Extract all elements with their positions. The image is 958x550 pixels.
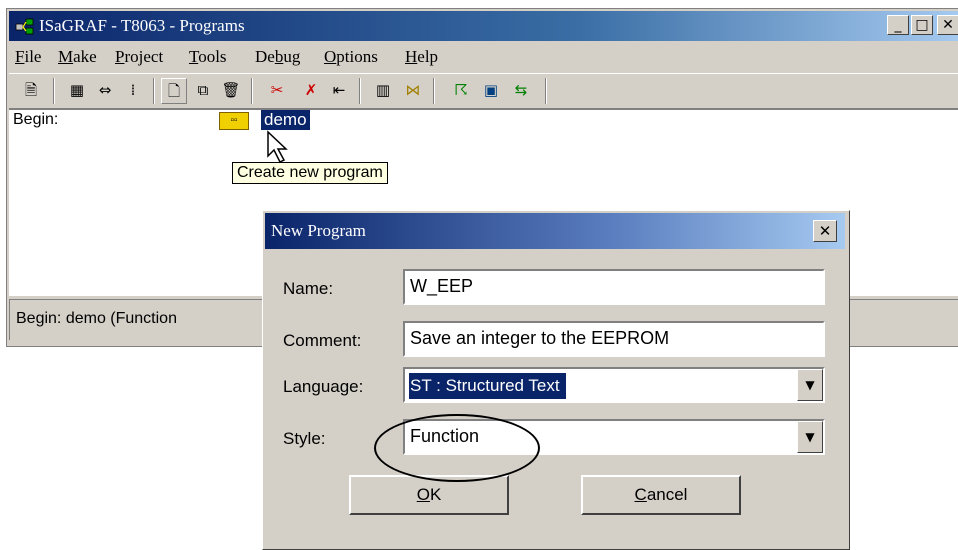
language-selected-value: ST : Structured Text [409,373,566,399]
title-bar[interactable]: ISaGRAF - T8063 - Programs _ □ ✕ [9,11,958,41]
chevron-down-icon: ▼ [805,378,815,392]
dictionary-icon[interactable]: ▦ [65,78,89,102]
program-type-icon: ▫▫ [219,112,249,130]
dialog-title-bar[interactable]: New Program ✕ [265,213,845,249]
simulate-icon[interactable]: ☈ [449,78,473,102]
library-icon[interactable]: ▥ [371,78,395,102]
menu-options[interactable]: Options [324,47,378,67]
menu-tools[interactable]: Tools [189,47,227,67]
isagraf-app-icon [15,18,34,35]
comment-label: Comment: [283,331,362,350]
chevron-down-icon: ▼ [805,430,815,444]
style-label: Style: [283,429,326,448]
name-label: Name: [283,279,334,298]
link-icon[interactable]: ⋈ [401,78,425,102]
style-dropdown-button[interactable]: ▼ [797,421,823,453]
toolbar-separator [545,78,547,104]
menu-bar: File Make Project Tools Debug Options He… [9,43,958,71]
new-program-icon[interactable]: 🗋 [161,78,187,104]
toolbar-separator [153,78,155,104]
minimize-icon: _ [894,17,902,33]
highlight-ellipse [374,414,540,482]
toolbar: 🗎 ▦ ⇔ ⁞ 🗋 ⧉ 🗑 ✂ ✗ ⇤ ▥ ⋈ ☈ ▣ ⇆ [9,73,958,109]
menu-debug[interactable]: Debug [255,47,300,67]
copy-program-icon[interactable]: ⧉ [191,78,215,102]
toolbar-separator [359,78,361,104]
cut-icon[interactable]: ✂ [265,78,289,102]
status-text: Begin: demo (Function [16,310,177,327]
close-button[interactable]: ✕ [937,15,958,35]
language-select[interactable]: ST : Structured Text ▼ [403,367,825,403]
properties-icon[interactable]: 🗎 [19,78,43,102]
close-icon: ✕ [818,222,832,240]
comment-field[interactable]: Save an integer to the EEPROM [403,321,825,357]
name-field[interactable]: W_EEP [403,269,825,305]
tooltip: Create new program [232,162,388,184]
dialog-title: New Program [271,221,366,240]
io-icon[interactable]: ⁞ [121,78,145,102]
program-item-demo[interactable]: demo [261,110,310,130]
minimize-button[interactable]: _ [887,15,909,35]
menu-make[interactable]: Make [58,47,97,67]
toolbar-separator [251,78,253,104]
monitor-icon[interactable]: ▣ [479,78,503,102]
menu-help[interactable]: Help [405,47,438,67]
maximize-icon: □ [915,17,929,33]
window-title: ISaGRAF - T8063 - Programs [39,16,245,35]
transfer-icon[interactable]: ⇆ [509,78,533,102]
new-program-dialog: New Program ✕ Name: W_EEP Comment: Save … [262,210,850,550]
menu-project[interactable]: Project [115,47,163,67]
section-label: Begin: [13,111,59,128]
toolbar-separator [53,78,55,104]
connect-icon[interactable]: ⇔ [93,78,117,102]
maximize-button[interactable]: □ [911,15,933,35]
toolbar-separator [433,78,435,104]
clear-icon[interactable]: ✗ [299,78,323,102]
close-icon: ✕ [942,17,954,33]
menu-file[interactable]: File [15,47,41,67]
ok-button[interactable]: OK [349,475,509,515]
language-dropdown-button[interactable]: ▼ [797,369,823,401]
language-label: Language: [283,377,364,396]
move-icon[interactable]: ⇤ [327,78,351,102]
dialog-close-button[interactable]: ✕ [813,220,837,242]
cancel-button[interactable]: Cancel [581,475,741,515]
delete-program-icon[interactable]: 🗑 [219,78,243,102]
